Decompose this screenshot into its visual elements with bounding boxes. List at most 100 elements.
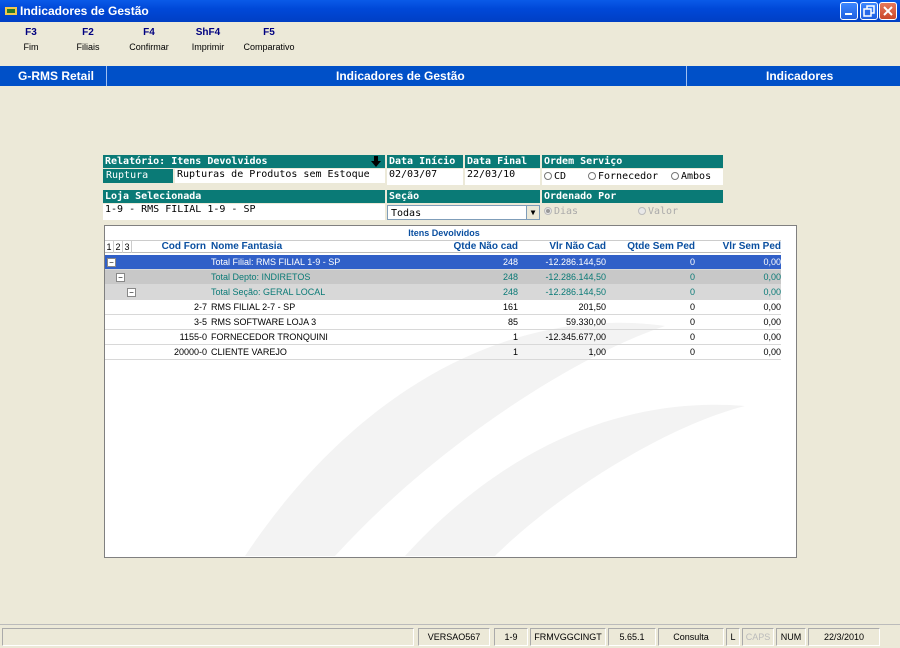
maximize-button[interactable] [860, 2, 878, 20]
maximize-icon [863, 5, 875, 17]
chevron-down-icon[interactable]: ▼ [526, 206, 539, 219]
col-cod-forn[interactable]: Cod Forn [139, 241, 206, 253]
radio-dias[interactable]: Dias [544, 206, 578, 218]
cell-vlr-sem: 0,00 [763, 272, 781, 282]
minimize-button[interactable] [840, 2, 858, 20]
table-row[interactable]: − Total Seção: GERAL LOCAL 248 -12.286.1… [105, 285, 783, 300]
minimize-icon [845, 13, 852, 15]
level-2-button[interactable]: 2 [114, 241, 123, 253]
cell-qtde-nao: 248 [502, 287, 518, 297]
toolbar-confirmar-button[interactable]: F4 Confirmar [124, 27, 174, 52]
table-row[interactable]: − Total Filial: RMS FILIAL 1-9 - SP 248 … [105, 255, 783, 270]
toolbar-key: F5 [263, 27, 275, 38]
relatorio-description[interactable]: Rupturas de Produtos sem Estoque [175, 169, 385, 183]
toolbar-key: F3 [25, 27, 37, 38]
cell-vlr-sem: 0,00 [763, 257, 781, 267]
toolbar-label: Confirmar [129, 42, 169, 52]
table-row[interactable]: 20000-0 CLIENTE VAREJO 1 1,00 0 0,00 [105, 345, 783, 360]
table-row[interactable]: 2-7 RMS FILIAL 2-7 - SP 161 201,50 0 0,0… [105, 300, 783, 315]
level-3-button[interactable]: 3 [123, 241, 132, 253]
close-icon [883, 6, 893, 16]
collapse-icon[interactable]: − [116, 273, 125, 282]
relatorio-header: Relatório: Itens Devolvidos [103, 155, 385, 168]
band-title: Indicadores de Gestão [336, 69, 465, 83]
cell-vlr-sem: 0,00 [763, 302, 781, 312]
cell-qtde-nao: 248 [502, 272, 518, 282]
secao-label: Seção [387, 190, 540, 203]
band-divider [106, 66, 107, 86]
cell-qtde-sem: 0 [689, 257, 695, 267]
ordem-servico-options: CD Fornecedor Ambos [542, 169, 723, 185]
radio-label: Dias [554, 206, 579, 217]
table-row[interactable]: 1155-0 FORNECEDOR TRONQUINI 1 -12.345.67… [105, 330, 783, 345]
cell-nome: RMS FILIAL 2-7 - SP [211, 302, 296, 312]
cell-cod: 2-7 [193, 302, 207, 312]
ordenado-por-label: Ordenado Por [542, 190, 723, 203]
toolbar-label: Imprimir [191, 42, 225, 52]
cell-cod: 20000-0 [173, 347, 207, 357]
secao-value: Todas [391, 208, 422, 219]
band-divider [686, 66, 687, 86]
radio-fornecedor[interactable]: Fornecedor [588, 171, 658, 183]
arrow-down-icon[interactable] [371, 156, 381, 167]
grid-title: Itens Devolvidos [408, 228, 480, 238]
radio-label: Fornecedor [598, 171, 659, 182]
col-vlr-sem-ped[interactable]: Vlr Sem Ped [697, 241, 781, 253]
toolbar-imprimir-button[interactable]: ShF4 Imprimir [183, 27, 233, 52]
cell-vlr-nao: 201,50 [578, 302, 606, 312]
cell-qtde-nao: 161 [502, 302, 518, 312]
grid-scrollbar[interactable] [781, 226, 796, 557]
relatorio-label: Relatório: Itens Devolvidos [105, 156, 268, 167]
toolbar-key: F2 [82, 27, 94, 38]
radio-valor[interactable]: Valor [638, 206, 678, 218]
secao-select[interactable]: Todas ▼ [387, 205, 540, 220]
cell-qtde-sem: 0 [689, 332, 695, 342]
col-qtde-sem-ped[interactable]: Qtde Sem Ped [609, 241, 695, 253]
ordem-servico-label: Ordem Serviço [542, 155, 723, 168]
relatorio-code[interactable]: Ruptura [103, 169, 173, 183]
status-caps: CAPS [742, 628, 774, 646]
status-num: NUM [776, 628, 806, 646]
cell-vlr-sem: 0,00 [763, 332, 781, 342]
title-bar: Indicadores de Gestão [0, 0, 900, 22]
toolbar-fim-button[interactable]: F3 Fim [6, 27, 56, 52]
loja-value[interactable]: 1-9 - RMS FILIAL 1-9 - SP [103, 204, 385, 220]
cell-vlr-nao: 59.330,00 [565, 317, 606, 327]
data-final-input[interactable]: 22/03/10 [465, 169, 540, 185]
radio-icon [544, 172, 552, 180]
cell-vlr-nao: -12.286.144,50 [545, 287, 606, 297]
col-vlr-nao-cad[interactable]: Vlr Não Cad [520, 241, 606, 253]
grid-header: 123 Cod Forn Nome Fantasia Qtde Não cad … [105, 240, 783, 253]
cell-nome: CLIENTE VAREJO [211, 347, 287, 357]
toolbar-label: Filiais [76, 42, 100, 52]
col-nome-fantasia[interactable]: Nome Fantasia [211, 241, 282, 253]
ordenado-por-options: Dias Valor [542, 204, 723, 220]
cell-vlr-sem: 0,00 [763, 287, 781, 297]
table-row[interactable]: − Total Depto: INDIRETOS 248 -12.286.144… [105, 270, 783, 285]
status-date: 22/3/2010 [808, 628, 880, 646]
loja-label: Loja Selecionada [103, 190, 385, 203]
cell-vlr-nao: -12.286.144,50 [545, 257, 606, 267]
toolbar-key: ShF4 [195, 27, 221, 38]
status-l: L [726, 628, 740, 646]
close-button[interactable] [879, 2, 897, 20]
level-1-button[interactable]: 1 [105, 241, 114, 253]
cell-nome: Total Depto: INDIRETOS [211, 272, 311, 282]
table-row[interactable]: 3-5 RMS SOFTWARE LOJA 3 85 59.330,00 0 0… [105, 315, 783, 330]
radio-ambos[interactable]: Ambos [671, 171, 711, 183]
status-version: VERSAO567 [418, 628, 490, 646]
col-qtde-nao-cad[interactable]: Qtde Não cad [425, 241, 518, 253]
toolbar-key: F4 [143, 27, 155, 38]
cell-nome: Total Seção: GERAL LOCAL [211, 287, 326, 297]
cell-qtde-nao: 85 [507, 317, 518, 327]
app-icon [5, 7, 17, 15]
collapse-icon[interactable]: − [107, 258, 116, 267]
toolbar-comparativo-button[interactable]: F5 Comparativo [241, 27, 297, 52]
band-module: Indicadores [766, 69, 834, 83]
radio-label: Ambos [681, 171, 712, 182]
radio-icon [638, 207, 646, 215]
data-inicio-input[interactable]: 02/03/07 [387, 169, 463, 185]
radio-cd[interactable]: CD [544, 171, 566, 183]
toolbar-filiais-button[interactable]: F2 Filiais [63, 27, 113, 52]
collapse-icon[interactable]: − [127, 288, 136, 297]
